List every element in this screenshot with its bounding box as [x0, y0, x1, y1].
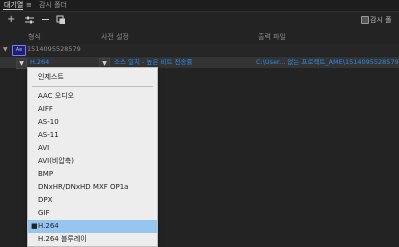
- format-dropdown-button[interactable]: ▼: [16, 58, 27, 69]
- menu-item-aiff[interactable]: AIFF: [28, 103, 157, 116]
- menu-item-label: AS-11: [38, 131, 59, 139]
- menu-item-label: GIF: [38, 209, 50, 217]
- selected-bullet-icon: ■: [31, 222, 38, 230]
- sliders-icon[interactable]: [24, 15, 35, 25]
- column-preset[interactable]: 사전 설정: [101, 32, 129, 42]
- minus-icon[interactable]: [42, 19, 49, 20]
- column-format[interactable]: 형식: [28, 32, 41, 42]
- format-value-link[interactable]: H.264: [30, 58, 49, 67]
- menu-item-label: AS-10: [38, 118, 59, 126]
- menu-item-label: DNxHR/DNxHD MXF OP1a: [38, 183, 129, 191]
- preset-value-link[interactable]: 소스 일치 - 높은 비트 전송률: [114, 58, 192, 67]
- menu-item-dpx[interactable]: DPX: [28, 194, 157, 207]
- menu-item-dnxhr[interactable]: DNxHR/DNxHD MXF OP1a: [28, 181, 157, 194]
- menu-item-label: BMP: [38, 170, 54, 178]
- chevron-down-icon[interactable]: ▼: [3, 46, 8, 53]
- menu-item-avi-uncompressed[interactable]: AVI(비압축): [28, 155, 157, 168]
- menu-item-label: H.264: [38, 222, 59, 230]
- plus-icon[interactable]: +: [7, 14, 15, 26]
- active-tab-indicator: [3, 9, 23, 10]
- duplicate-icon[interactable]: [56, 15, 66, 25]
- column-header-row: [0, 32, 399, 42]
- after-effects-icon: Ae: [12, 45, 26, 56]
- menu-item-aac-audio[interactable]: AAC 오디오: [28, 90, 157, 103]
- menu-item-label: 인제스트: [38, 73, 64, 81]
- menu-item-gif[interactable]: GIF: [28, 207, 157, 220]
- menu-item-label: AVI: [38, 144, 50, 152]
- menu-item-as-10[interactable]: AS-10: [28, 116, 157, 129]
- menu-item-h264-bluray[interactable]: H.264 블루레이: [28, 233, 157, 246]
- output-file-link[interactable]: C:\User... 없는 프로젝트_AME\1514095528579_1.a: [256, 58, 399, 67]
- chevron-down-icon: ▼: [19, 60, 24, 67]
- watch-folder-checkbox[interactable]: [361, 16, 369, 24]
- menu-item-bmp[interactable]: BMP: [28, 168, 157, 181]
- menu-item-label: AIFF: [38, 105, 53, 113]
- menu-item-label: DPX: [38, 196, 53, 204]
- menu-item-as-11[interactable]: AS-11: [28, 129, 157, 142]
- group-id: 1514095528579: [27, 45, 81, 53]
- column-output[interactable]: 출력 파일: [258, 32, 286, 42]
- menu-item-avi[interactable]: AVI: [28, 142, 157, 155]
- menu-item-label: AVI(비압축): [38, 157, 74, 165]
- format-dropdown-menu: 인제스트 AAC 오디오 AIFF AS-10 AS-11 AVI AVI(비압…: [27, 67, 158, 247]
- menu-item-label: AAC 오디오: [38, 92, 75, 100]
- tab-watch-folders[interactable]: 감시 폴더: [39, 0, 67, 10]
- menu-separator: [32, 86, 153, 87]
- menu-item-ingest[interactable]: 인제스트: [28, 71, 157, 84]
- watch-folder-label: 감시 폴: [370, 16, 392, 24]
- panel-menu-icon[interactable]: ≡: [26, 0, 34, 10]
- menu-item-label: H.264 블루레이: [38, 235, 87, 243]
- menu-item-h264[interactable]: ■ H.264: [28, 220, 157, 233]
